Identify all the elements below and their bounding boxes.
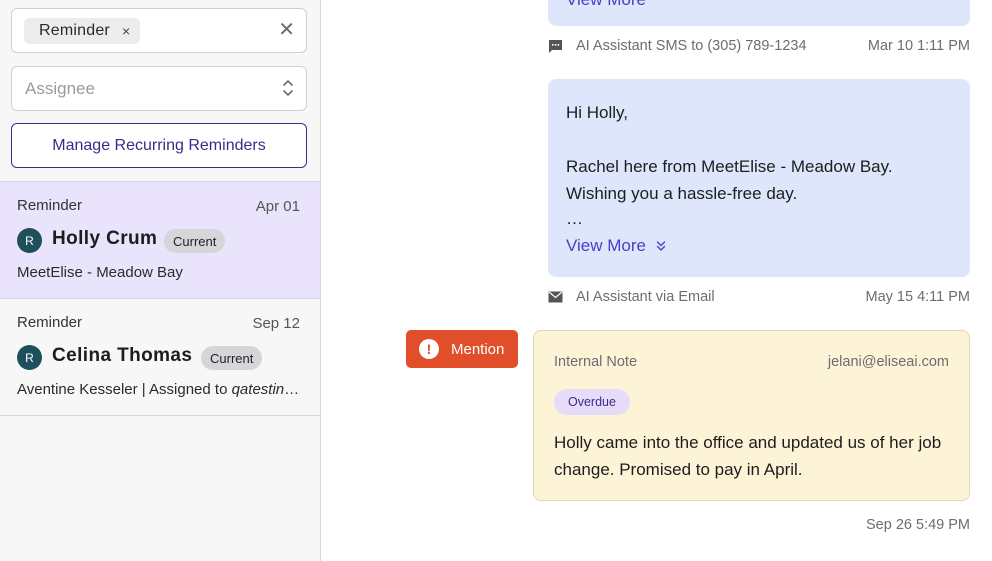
note-time: Sep 26 5:49 PM bbox=[866, 517, 970, 533]
contact-name: Holly Crum bbox=[52, 228, 158, 249]
contact-name: Celina Thomas bbox=[52, 345, 193, 366]
list-item[interactable]: Reminder Apr 01 R Holly Crum Current Mee… bbox=[0, 181, 320, 298]
message-line: Hi Holly, bbox=[566, 103, 629, 122]
sms-meta: AI Assistant SMS to (305) 789-1234 bbox=[548, 38, 807, 54]
message-line: … bbox=[566, 209, 583, 228]
item-type: Reminder bbox=[17, 314, 83, 331]
item-subtitle-text: Aventine Kesseler | Assigned to bbox=[17, 381, 232, 398]
reminders-sidebar: Reminder × ✕ Assignee Manage Recurring R… bbox=[0, 0, 321, 561]
message-line: Wishing you a hassle-free day. bbox=[566, 184, 798, 203]
message-line: Rachel here from MeetElise - Meadow Bay. bbox=[566, 157, 893, 176]
chevron-updown-icon bbox=[283, 80, 293, 96]
filter-chip-label: Reminder bbox=[39, 22, 110, 39]
item-type: Reminder bbox=[17, 197, 83, 214]
sms-time: Mar 10 1:11 PM bbox=[867, 38, 970, 54]
mention-button[interactable]: ! Mention bbox=[406, 330, 518, 368]
avatar: R bbox=[17, 345, 42, 370]
note-label: Internal Note bbox=[554, 354, 638, 370]
filter-chip-reminder: Reminder × bbox=[24, 18, 141, 44]
email-time: May 15 4:11 PM bbox=[865, 289, 970, 305]
type-filter-field[interactable]: Reminder × ✕ bbox=[11, 8, 307, 53]
view-more-label: View More bbox=[566, 236, 646, 255]
chip-remove-icon[interactable]: × bbox=[122, 23, 130, 39]
item-subtitle: MeetElise - Meadow Bay bbox=[17, 264, 183, 281]
status-badge: Current bbox=[164, 229, 226, 253]
message-bubble: Hi Holly, Rachel here from MeetElise - M… bbox=[548, 79, 970, 277]
item-date: Apr 01 bbox=[255, 198, 300, 215]
note-text: Holly came into the office and updated u… bbox=[554, 433, 942, 479]
list-item[interactable]: Reminder Sep 12 R Celina Thomas Current … bbox=[0, 298, 320, 415]
chat-bubble-icon bbox=[548, 39, 563, 54]
double-chevron-down-icon bbox=[656, 241, 666, 251]
message-bubble-previous: View More bbox=[548, 0, 970, 26]
note-author: jelani@eliseai.com bbox=[827, 354, 949, 370]
status-badge: Current bbox=[201, 346, 263, 370]
manage-recurring-reminders-button[interactable]: Manage Recurring Reminders bbox=[11, 123, 307, 168]
view-more-link[interactable]: View More bbox=[566, 0, 646, 10]
clear-filter-icon[interactable]: ✕ bbox=[278, 19, 295, 41]
email-meta: AI Assistant via Email bbox=[548, 289, 715, 305]
view-more-link[interactable]: View More bbox=[566, 236, 666, 256]
alert-icon: ! bbox=[419, 339, 439, 359]
avatar: R bbox=[17, 228, 42, 253]
sms-meta-text: AI Assistant SMS to (305) 789-1234 bbox=[576, 38, 807, 54]
assignee-placeholder: Assignee bbox=[25, 78, 95, 98]
internal-note-card: Internal Note jelani@eliseai.com Overdue… bbox=[533, 330, 970, 501]
assignee-name: qatesting… bbox=[231, 381, 302, 398]
email-meta-text: AI Assistant via Email bbox=[576, 289, 715, 305]
status-badge: Overdue bbox=[554, 389, 630, 415]
item-subtitle: Aventine Kesseler | Assigned to qatestin… bbox=[17, 381, 302, 398]
mention-label: Mention bbox=[451, 340, 505, 358]
assignee-select[interactable]: Assignee bbox=[11, 66, 307, 111]
list-divider bbox=[0, 415, 320, 416]
envelope-icon bbox=[548, 291, 563, 303]
item-date: Sep 12 bbox=[252, 315, 300, 332]
